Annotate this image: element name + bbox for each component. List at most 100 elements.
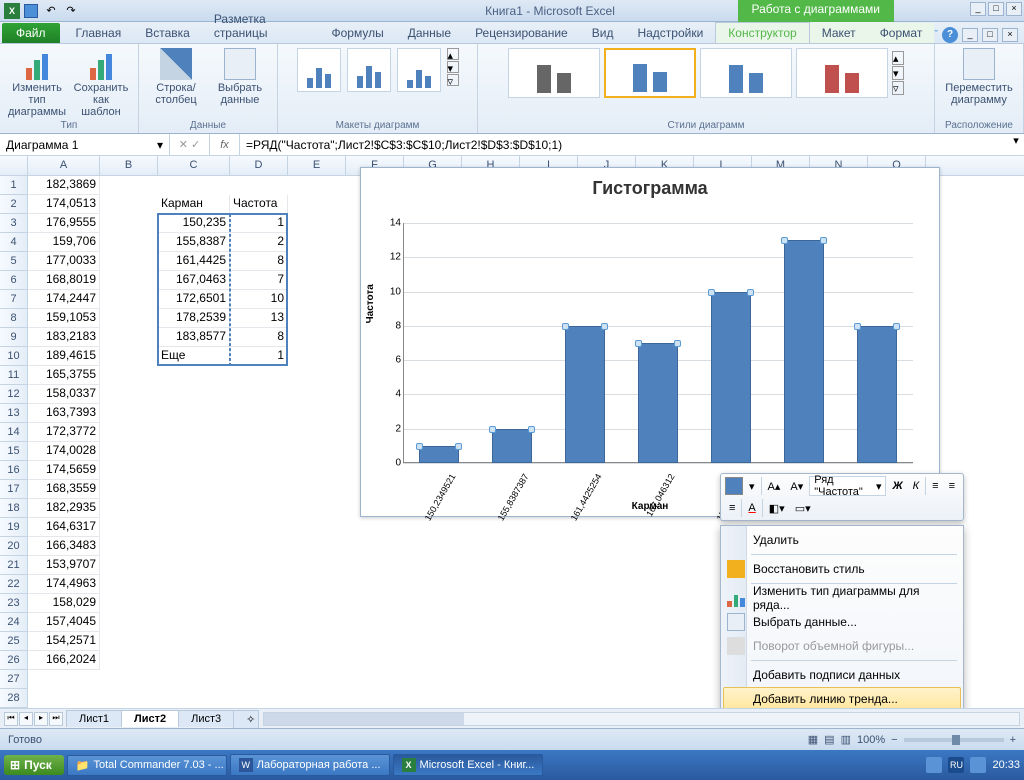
chart-style-option[interactable] (796, 48, 888, 98)
doc-close-button[interactable]: × (1002, 28, 1018, 42)
chevron-down-icon[interactable]: ▾ (157, 138, 163, 152)
zoom-in-button[interactable]: + (1010, 734, 1016, 746)
row-header[interactable]: 10 (0, 347, 27, 366)
chart-title[interactable]: Гистограмма (361, 168, 939, 205)
taskbar-item[interactable]: WЛабораторная работа ... (230, 754, 390, 776)
cell[interactable]: 1 (230, 347, 288, 366)
sheet-nav-next[interactable]: ▸ (34, 712, 48, 726)
row-header[interactable]: 14 (0, 423, 27, 442)
horizontal-scrollbar[interactable] (263, 712, 1020, 726)
row-header[interactable]: 22 (0, 575, 27, 594)
row-header[interactable]: 27 (0, 670, 27, 689)
row-header[interactable]: 24 (0, 613, 27, 632)
tab-data[interactable]: Данные (396, 23, 463, 43)
shape-outline-icon[interactable]: ▭▾ (791, 498, 815, 518)
gallery-up-icon[interactable]: ▴ (892, 51, 904, 65)
cell[interactable]: 2 (230, 233, 288, 252)
ctx-select-data[interactable]: Выбрать данные... (723, 610, 961, 634)
cell[interactable]: 166,2024 (28, 651, 100, 670)
tab-pagelayout[interactable]: Разметка страницы (202, 9, 320, 43)
fx-icon[interactable]: fx (210, 134, 240, 155)
chart-style-option[interactable] (700, 48, 792, 98)
tray-icon[interactable] (926, 757, 942, 773)
tab-file[interactable]: Файл (2, 23, 60, 43)
cell[interactable]: 174,0513 (28, 195, 100, 214)
align-right-icon[interactable]: ≡ (725, 498, 739, 518)
switch-row-col-button[interactable]: Строка/столбец (147, 48, 205, 106)
tab-insert[interactable]: Вставка (133, 23, 202, 43)
enter-icon[interactable]: ✓ (191, 138, 200, 151)
embedded-chart[interactable]: Гистограмма Частота 02468101214 150,2349… (360, 167, 940, 517)
col-header[interactable]: E (288, 156, 346, 175)
taskbar-item[interactable]: XMicrosoft Excel - Книг... (393, 754, 544, 776)
cell[interactable]: 8 (230, 252, 288, 271)
bar[interactable] (419, 446, 459, 463)
row-header[interactable]: 28 (0, 689, 27, 708)
worksheet-grid[interactable]: ABCDEFGHIJKLMNO 123456789101112131415161… (0, 156, 1024, 708)
cell[interactable]: 172,6501 (158, 290, 230, 309)
cell[interactable]: 158,0337 (28, 385, 100, 404)
cell[interactable]: 183,8577 (158, 328, 230, 347)
row-header[interactable]: 13 (0, 404, 27, 423)
row-header[interactable]: 11 (0, 366, 27, 385)
zoom-level[interactable]: 100% (857, 734, 885, 746)
row-header[interactable]: 15 (0, 442, 27, 461)
cell[interactable]: 157,4045 (28, 613, 100, 632)
cell[interactable]: 155,8387 (158, 233, 230, 252)
cell[interactable]: 182,2935 (28, 499, 100, 518)
cell[interactable]: 153,9707 (28, 556, 100, 575)
expand-formula-icon[interactable]: ▾ (1008, 134, 1024, 155)
row-header[interactable]: 18 (0, 499, 27, 518)
name-box[interactable]: Диаграмма 1▾ (0, 134, 170, 155)
chart-style-option[interactable] (508, 48, 600, 98)
gallery-more-icon[interactable]: ▿ (447, 74, 459, 86)
view-pagelayout-icon[interactable]: ▤ (824, 733, 834, 746)
cell[interactable]: 177,0033 (28, 252, 100, 271)
tab-formulas[interactable]: Формулы (319, 23, 395, 43)
cell[interactable]: 189,4615 (28, 347, 100, 366)
sheet-nav-prev[interactable]: ◂ (19, 712, 33, 726)
cell[interactable]: Частота (230, 195, 288, 214)
cell[interactable]: 163,7393 (28, 404, 100, 423)
restore-button[interactable]: □ (988, 2, 1004, 16)
row-header[interactable]: 2 (0, 195, 27, 214)
new-sheet-button[interactable]: ✧ (233, 710, 259, 728)
row-header[interactable]: 21 (0, 556, 27, 575)
bold-button[interactable]: Ж (888, 476, 906, 496)
bar[interactable] (857, 326, 897, 463)
change-chart-type-button[interactable]: Изменить тип диаграммы (8, 48, 66, 118)
gallery-down-icon[interactable]: ▾ (892, 66, 904, 80)
ctx-reset-style[interactable]: Восстановить стиль (723, 557, 961, 581)
view-pagebreak-icon[interactable]: ▥ (841, 733, 851, 746)
sheet-tab[interactable]: Лист2 (121, 710, 179, 727)
doc-restore-button[interactable]: □ (982, 28, 998, 42)
bar[interactable] (711, 292, 751, 463)
cell[interactable]: 8 (230, 328, 288, 347)
row-header[interactable]: 16 (0, 461, 27, 480)
row-header[interactable]: 8 (0, 309, 27, 328)
cancel-icon[interactable]: ✕ (179, 138, 188, 151)
cell[interactable]: 164,6317 (28, 518, 100, 537)
sheet-nav-first[interactable]: ⏮ (4, 712, 18, 726)
tab-home[interactable]: Главная (64, 23, 134, 43)
layout-option[interactable] (297, 48, 341, 92)
taskbar-item[interactable]: 📁Total Commander 7.03 - ... (67, 755, 227, 776)
ctx-add-trendline[interactable]: Добавить линию тренда... (723, 687, 961, 708)
row-header[interactable]: 20 (0, 537, 27, 556)
cell[interactable]: 154,2571 (28, 632, 100, 651)
cell[interactable]: 161,4425 (158, 252, 230, 271)
cell[interactable]: 178,2539 (158, 309, 230, 328)
row-header[interactable]: 1 (0, 176, 27, 195)
col-header[interactable]: A (28, 156, 100, 175)
minimize-ribbon-icon[interactable]: ˇ (934, 29, 938, 41)
cell[interactable]: 167,0463 (158, 271, 230, 290)
redo-icon[interactable]: ↷ (62, 2, 80, 20)
row-header[interactable]: 5 (0, 252, 27, 271)
align-center-icon[interactable]: ≡ (945, 476, 959, 496)
row-header[interactable]: 7 (0, 290, 27, 309)
cell[interactable]: 13 (230, 309, 288, 328)
row-header[interactable]: 9 (0, 328, 27, 347)
zoom-out-button[interactable]: − (891, 734, 897, 746)
tab-layout[interactable]: Макет (810, 23, 868, 43)
col-header[interactable]: C (158, 156, 230, 175)
